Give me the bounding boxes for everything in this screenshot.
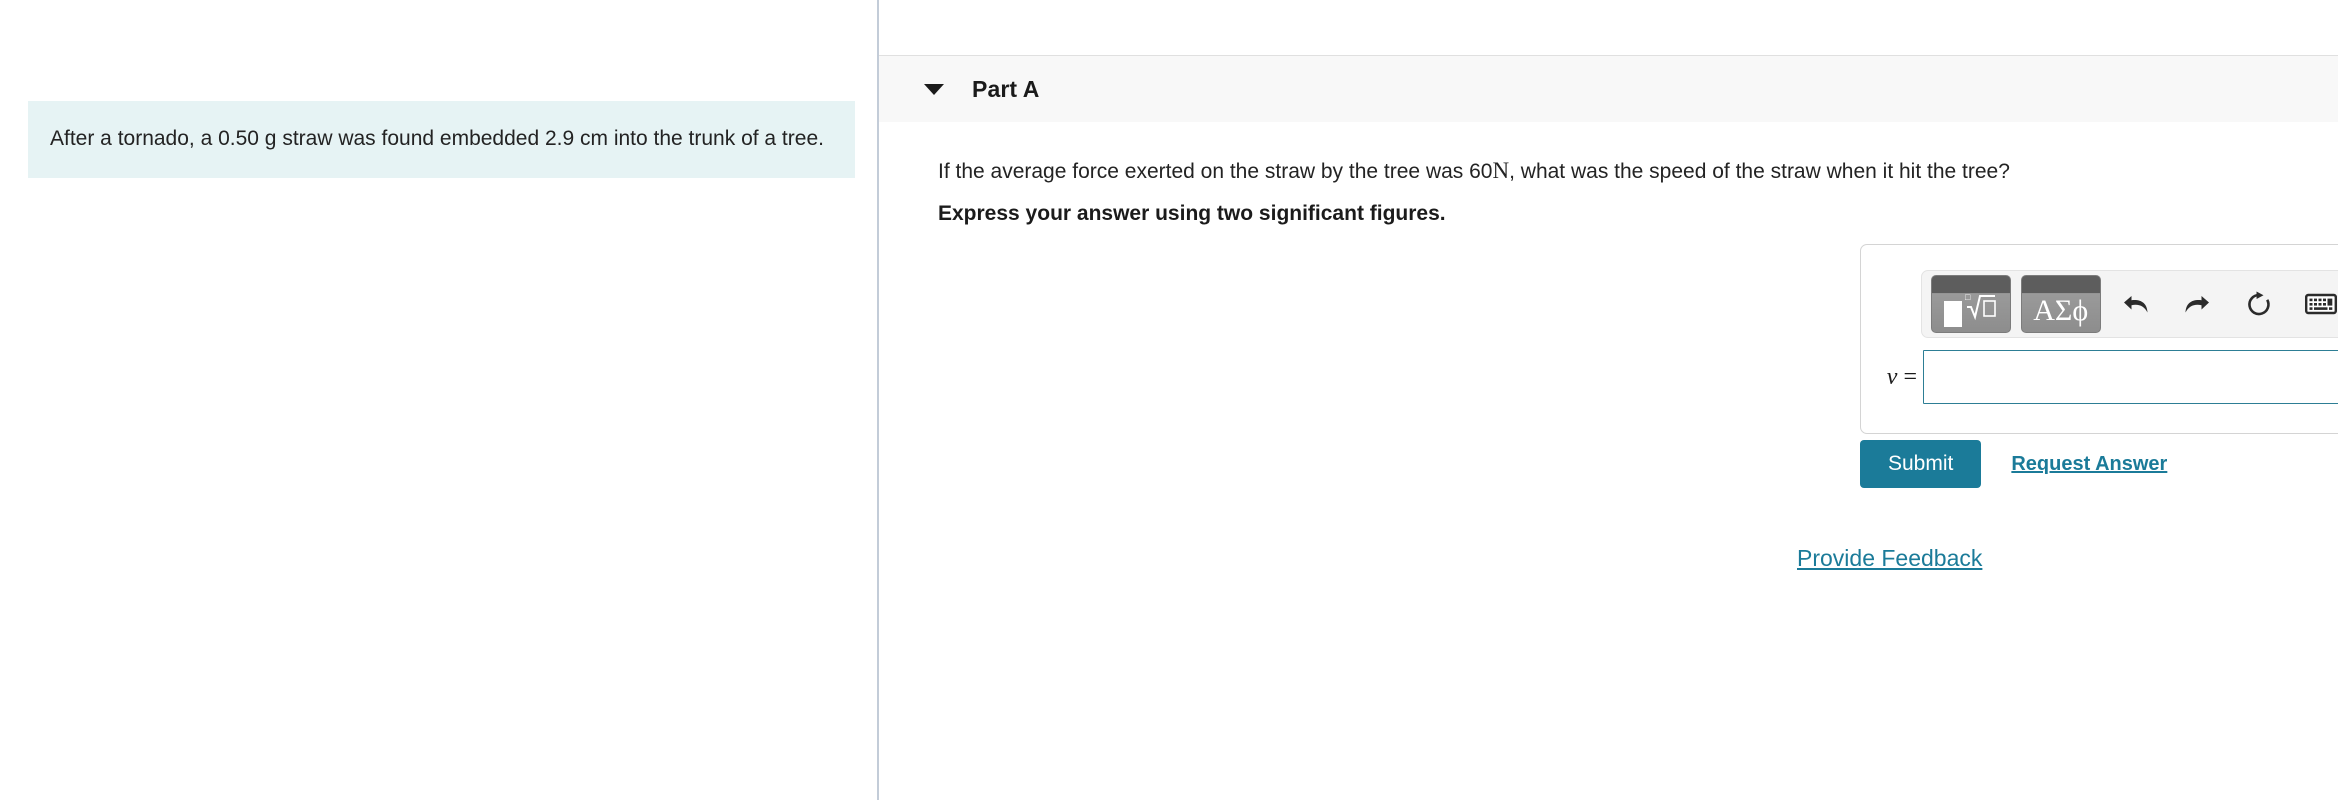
problem-statement-highlight: After a tornado, a 0.50 g straw was foun… — [28, 101, 855, 179]
math-template-glyph: □ — [1943, 288, 1998, 333]
undo-icon[interactable] — [2109, 275, 2163, 333]
keyboard-svg — [2305, 293, 2338, 315]
part-title: Part A — [972, 75, 1040, 102]
problem-pane: After a tornado, a 0.50 g straw was foun… — [0, 0, 877, 800]
reset-svg — [2248, 291, 2271, 316]
question-instruction: Express your answer using two significan… — [938, 201, 1446, 225]
keyboard-icon[interactable] — [2294, 275, 2338, 333]
submit-button[interactable]: Submit — [1860, 440, 1982, 489]
question-body: If the average force exerted on the stra… — [879, 140, 2338, 226]
page-root: After a tornado, a 0.50 g straw was foun… — [0, 0, 2338, 800]
greek-symbols-icon[interactable]: ΑΣϕ — [2020, 275, 2101, 333]
part-a-header[interactable]: Part A — [879, 55, 2338, 122]
undo-svg — [2123, 296, 2148, 313]
question-text-before-unit: If the average force exerted on the stra… — [938, 160, 1493, 183]
greek-symbols-label: ΑΣϕ — [2033, 294, 2089, 327]
redo-svg — [2185, 296, 2210, 313]
answer-actions: Submit Request Answer — [1860, 440, 2167, 489]
variable-label: v = — [1861, 364, 1923, 391]
math-toolbar: □ ΑΣϕ — [1921, 270, 2338, 338]
radical-glyph: □ — [1964, 288, 1998, 328]
radical-svg: □ — [1965, 292, 1996, 320]
question-text: If the average force exerted on the stra… — [938, 140, 2338, 186]
reset-icon[interactable] — [2232, 275, 2286, 333]
template-square-glyph — [1943, 301, 1962, 327]
answer-input-row: v = m/s — [1861, 350, 2338, 404]
equals-sign: = — [1903, 363, 1917, 390]
answer-box: □ ΑΣϕ v = — [1860, 244, 2338, 434]
answer-input[interactable] — [1923, 350, 2338, 404]
variable-symbol: v — [1886, 363, 1898, 390]
question-text-after-unit: , what was the speed of the straw when i… — [1509, 160, 2010, 183]
question-unit-newton: N — [1492, 158, 1510, 183]
math-template-icon[interactable]: □ — [1931, 275, 2011, 333]
answer-pane: Part A If the average force exerted on t… — [879, 0, 2338, 800]
request-answer-link[interactable]: Request Answer — [2011, 453, 2167, 476]
svg-text:□: □ — [1965, 292, 1971, 302]
caret-down-icon[interactable] — [924, 83, 944, 95]
provide-feedback-link[interactable]: Provide Feedback — [1797, 545, 1982, 572]
redo-icon[interactable] — [2171, 275, 2225, 333]
